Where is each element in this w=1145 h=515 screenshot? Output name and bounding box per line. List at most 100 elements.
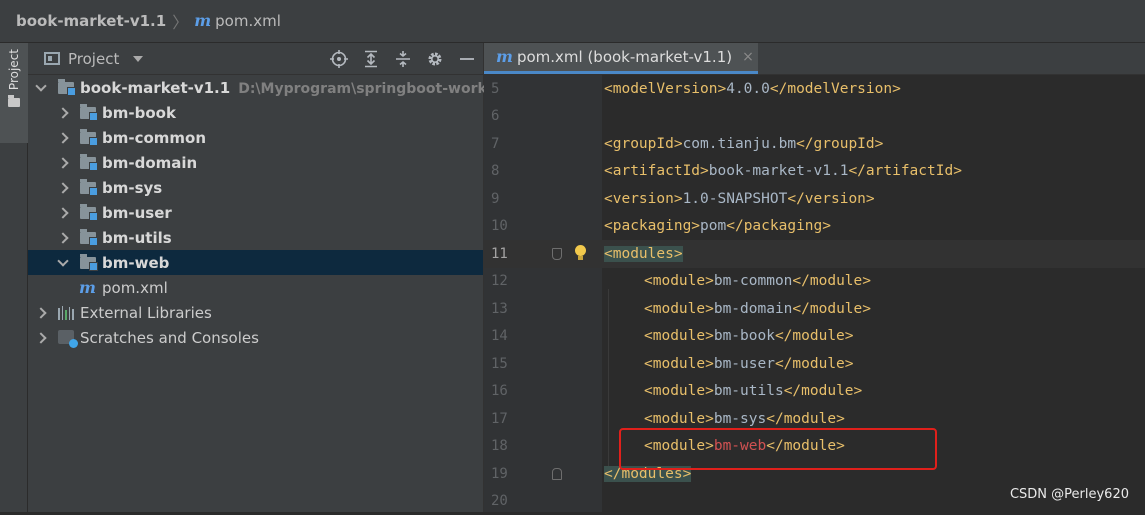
project-panel-title: Project	[68, 50, 119, 68]
code-line: 16 <module>bm-utils</module>	[484, 378, 1145, 406]
close-icon[interactable]: ×	[742, 49, 754, 65]
project-view-icon	[44, 52, 60, 65]
panel-toolbar	[329, 43, 477, 74]
project-panel: Project book-mark	[28, 43, 484, 512]
chevron-right-icon[interactable]	[34, 325, 48, 350]
code-line: 5 <modelVersion>4.0.0</modelVersion>	[484, 75, 1145, 103]
code-text: <module>bm-domain</module>	[644, 301, 871, 317]
line-number: 6	[484, 108, 536, 124]
tree-item-bm-sys[interactable]: bm-sys	[28, 175, 483, 200]
module-folder-icon	[80, 232, 96, 244]
chevron-down-icon[interactable]	[34, 75, 48, 100]
tree-item-label: bm-domain	[102, 154, 197, 172]
code-text: <packaging>pom</packaging>	[604, 218, 831, 234]
tree-item-bm-domain[interactable]: bm-domain	[28, 150, 483, 175]
expand-all-icon[interactable]	[361, 49, 381, 69]
module-folder-icon	[80, 132, 96, 144]
project-view-selector[interactable]: Project	[44, 50, 143, 68]
tree-item-bm-web[interactable]: bm-web	[28, 250, 483, 275]
tree-item-bm-book[interactable]: bm-book	[28, 100, 483, 125]
module-folder-icon	[80, 107, 96, 119]
tree-item-bm-common[interactable]: bm-common	[28, 125, 483, 150]
editor-tab-label: pom.xml (book-market-v1.1)	[517, 48, 732, 66]
code-line: 7 <groupId>com.tianju.bm</groupId>	[484, 130, 1145, 158]
project-path-hint: D:\Myprogram\springboot-workspa	[238, 81, 514, 97]
tree-item-external-libraries[interactable]: External Libraries	[28, 300, 483, 325]
watermark: CSDN @Perley620	[1010, 487, 1129, 502]
tree-item-label: bm-user	[102, 204, 172, 222]
fold-marker-icon[interactable]	[552, 248, 562, 260]
chevron-down-icon	[133, 56, 143, 62]
fold-marker-icon[interactable]	[552, 468, 562, 480]
code-line: 13 <module>bm-domain</module>	[484, 295, 1145, 323]
maven-file-icon: m	[79, 280, 96, 296]
maven-file-icon: m	[496, 49, 513, 65]
editor-tab-bar: m pom.xml (book-market-v1.1) ×	[484, 43, 1145, 75]
chevron-right-icon[interactable]	[56, 100, 70, 125]
project-tool-tab-label: Project	[7, 49, 21, 90]
chevron-right-icon[interactable]	[34, 300, 48, 325]
scratches-icon	[58, 330, 74, 344]
tree-item-label: External Libraries	[80, 304, 212, 322]
line-number: 12	[484, 273, 536, 289]
code-line: 8 <artifactId>book-market-v1.1</artifact…	[484, 158, 1145, 186]
module-folder-icon	[80, 207, 96, 219]
tree-item-bm-utils[interactable]: bm-utils	[28, 225, 483, 250]
annotation-highlight-box	[619, 428, 937, 470]
tree-item-label: Scratches and Consoles	[80, 329, 259, 347]
code-text: <modelVersion>4.0.0</modelVersion>	[604, 81, 901, 97]
code-text: <modules>	[604, 246, 683, 262]
breadcrumb-project[interactable]: book-market-v1.1	[16, 12, 166, 30]
libraries-icon	[58, 306, 74, 320]
project-panel-header: Project	[28, 43, 483, 75]
line-number: 18	[484, 438, 536, 454]
module-folder-icon	[58, 82, 74, 94]
locate-icon[interactable]	[329, 49, 349, 69]
code-line: 9 <version>1.0-SNAPSHOT</version>	[484, 185, 1145, 213]
chevron-right-icon[interactable]	[56, 125, 70, 150]
code-text: <module>bm-utils</module>	[644, 383, 862, 399]
tree-item-pom-xml[interactable]: m pom.xml	[28, 275, 483, 300]
line-number: 17	[484, 411, 536, 427]
tree-item-book-market-v1-1[interactable]: book-market-v1.1D:\Myprogram\springboot-…	[28, 75, 483, 100]
project-tool-tab[interactable]: Project	[0, 43, 28, 143]
line-number: 11	[484, 246, 536, 262]
project-tree: book-market-v1.1D:\Myprogram\springboot-…	[28, 75, 483, 350]
collapse-all-icon[interactable]	[393, 49, 413, 69]
code-line: 15 <module>bm-user</module>	[484, 350, 1145, 378]
maven-file-icon: m	[194, 13, 211, 29]
module-folder-icon	[80, 157, 96, 169]
editor-pane: m pom.xml (book-market-v1.1) × 5 <modelV…	[484, 43, 1145, 512]
gear-icon[interactable]	[425, 49, 445, 69]
tree-item-bm-user[interactable]: bm-user	[28, 200, 483, 225]
breadcrumb-file[interactable]: m pom.xml	[194, 12, 281, 30]
breadcrumb-separator-icon: 〉	[172, 9, 188, 33]
chevron-right-icon[interactable]	[56, 225, 70, 250]
chevron-right-icon[interactable]	[56, 200, 70, 225]
line-number: 9	[484, 191, 536, 207]
navigation-bar: book-market-v1.1 〉 m pom.xml	[0, 0, 1145, 43]
editor-tab-pom-xml[interactable]: m pom.xml (book-market-v1.1) ×	[484, 43, 758, 74]
line-number: 14	[484, 328, 536, 344]
code-line: 12 <module>bm-common</module>	[484, 268, 1145, 296]
chevron-down-icon[interactable]	[56, 250, 70, 275]
module-folder-icon	[80, 257, 96, 269]
minimize-icon[interactable]	[457, 49, 477, 69]
code-line: 6	[484, 103, 1145, 131]
tree-item-label: bm-sys	[102, 179, 162, 197]
breadcrumb-file-label: pom.xml	[215, 12, 281, 30]
code-text: <module>bm-common</module>	[644, 273, 871, 289]
line-number: 15	[484, 356, 536, 372]
folder-icon	[8, 98, 20, 107]
code-editor[interactable]: 5 <modelVersion>4.0.0</modelVersion> 6 7…	[484, 75, 1145, 512]
code-line: 10 <packaging>pom</packaging>	[484, 213, 1145, 241]
chevron-right-icon[interactable]	[56, 150, 70, 175]
tree-item-label: bm-book	[102, 104, 176, 122]
tree-item-label: bm-utils	[102, 229, 172, 247]
lightbulb-icon[interactable]	[574, 245, 586, 261]
chevron-right-icon[interactable]	[56, 175, 70, 200]
line-number: 7	[484, 136, 536, 152]
tree-item-scratches-and-consoles[interactable]: Scratches and Consoles	[28, 325, 483, 350]
line-number: 20	[484, 493, 536, 509]
line-number: 13	[484, 301, 536, 317]
